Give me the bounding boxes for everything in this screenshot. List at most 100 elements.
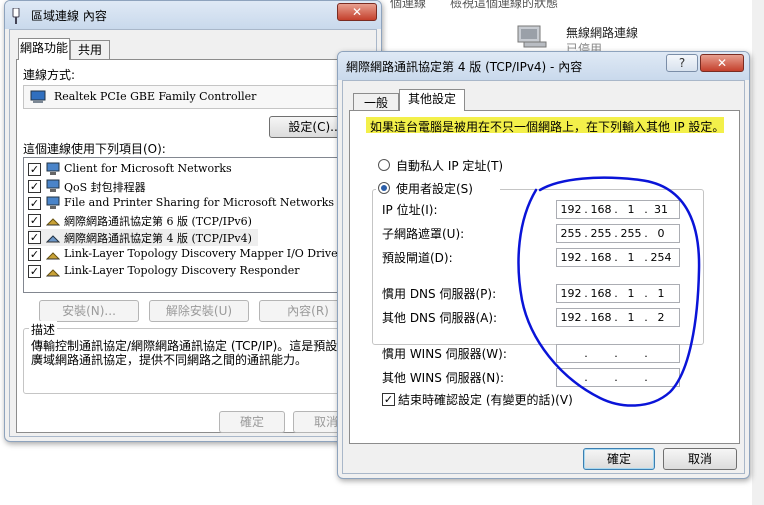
radio-user-label: 使用者設定(S) (396, 182, 473, 196)
protocol-icon (46, 218, 60, 226)
right-close-button[interactable]: ✕ (700, 54, 744, 72)
client-network-icon (46, 162, 60, 175)
alternate-dns-field[interactable]: 192. 168. 1. 2 (556, 308, 680, 327)
right-cancel-button[interactable]: 取消 (663, 448, 737, 470)
ip-address-label: IP 位址(I): (382, 203, 438, 217)
tab-alternate-configuration[interactable]: 其他設定 (399, 89, 465, 111)
preferred-wins-field[interactable]: ... (556, 344, 680, 363)
ip-octet: 168 (590, 287, 612, 300)
list-item[interactable]: ✓ File and Printer Sharing for Microsoft… (28, 195, 358, 212)
ip-octet: 254 (650, 251, 672, 264)
ip-octet: 168 (590, 251, 612, 264)
preferred-dns-field[interactable]: 192. 168. 1. 1 (556, 284, 680, 303)
list-item-text: Link-Layer Topology Discovery Responder (64, 264, 300, 277)
checkbox-lltd-responder[interactable]: ✓ (28, 265, 41, 278)
network-cable-icon (12, 8, 20, 24)
preferred-dns-label: 慣用 DNS 伺服器(P): (382, 287, 497, 301)
checkbox-ipv6[interactable]: ✓ (28, 214, 41, 227)
ip-octet: 192 (560, 251, 582, 264)
networking-tab-panel: 連線方式: Realtek PCIe GBE Family Controller… (16, 59, 372, 433)
subnet-mask-field[interactable]: 255. 255. 255. 0 (556, 224, 680, 243)
ip-octet: 0 (657, 227, 665, 240)
list-item-text: 網際網路通訊協定第 4 版 (TCP/IPv4) (64, 232, 252, 245)
right-client-area: 一般 其他設定 如果這台電腦是被用在不只一個網路上，在下列輸入其他 IP 設定。… (342, 80, 745, 474)
tcpipv4-properties-dialog: 網際網路通訊協定第 4 版 (TCP/IPv4) - 內容 ? ✕ 一般 其他設… (337, 51, 750, 479)
items-label: 這個連線使用下列項目(O): (23, 142, 166, 156)
checkbox-qos[interactable]: ✓ (28, 180, 41, 193)
right-ok-button[interactable]: 確定 (583, 448, 655, 470)
info-text: 如果這台電腦是被用在不只一個網路上，在下列輸入其他 IP 設定。 (370, 120, 725, 134)
network-adapter-icon (30, 90, 46, 103)
uninstall-button[interactable]: 解除安裝(U) (149, 300, 249, 322)
list-item-selected[interactable]: ✓ 網際網路通訊協定第 4 版 (TCP/IPv4) (28, 229, 258, 246)
right-titlebar: 網際網路通訊協定第 4 版 (TCP/IPv4) - 內容 ? ✕ (338, 52, 749, 80)
list-item-text: QoS 封包排程器 (64, 181, 146, 194)
alternate-dns-label: 其他 DNS 伺服器(A): (382, 311, 498, 325)
adapter-field: Realtek PCIe GBE Family Controller (23, 85, 363, 109)
ip-octet: 192 (560, 311, 582, 324)
qos-service-icon (46, 179, 60, 192)
ip-octet: 1 (627, 251, 635, 264)
list-item[interactable]: ✓ 網際網路通訊協定第 6 版 (TCP/IPv6) (28, 212, 358, 229)
checkbox-lltd-mapper[interactable]: ✓ (28, 248, 41, 261)
checkbox-ipv4[interactable]: ✓ (28, 231, 41, 244)
validate-settings-checkbox[interactable]: ✓ (382, 393, 395, 406)
description-text: 傳輸控制通訊協定/網際網路通訊協定 (TCP/IP)。這是預設的廣域網路通訊協定… (31, 339, 350, 367)
checkbox-client-ms-networks[interactable]: ✓ (28, 163, 41, 176)
ip-octet: 1 (627, 311, 635, 324)
description-label: 描述 (29, 321, 58, 338)
bg-text-view-status: 檢視這個連線的狀態 (450, 0, 559, 10)
ip-octet: 1 (627, 287, 635, 300)
list-item-text: File and Printer Sharing for Microsoft N… (64, 196, 335, 209)
ip-octet: 31 (654, 203, 668, 216)
alternate-wins-label: 其他 WINS 伺服器(N): (382, 371, 505, 385)
list-item[interactable]: ✓ Link-Layer Topology Discovery Responde… (28, 263, 358, 280)
left-close-button[interactable]: ✕ (337, 3, 377, 21)
ip-octet: 168 (590, 311, 612, 324)
left-titlebar: 區域連線 內容 ✕ (5, 1, 381, 29)
protocol-icon (46, 252, 60, 260)
protocol-icon (46, 269, 60, 277)
tab-networking[interactable]: 網路功能 (18, 38, 70, 60)
left-dialog-title: 區域連線 內容 (31, 9, 107, 23)
checkbox-file-printer-sharing[interactable]: ✓ (28, 197, 41, 210)
protocol-icon (46, 235, 60, 243)
list-item[interactable]: ✓ QoS 封包排程器 (28, 178, 358, 195)
alternate-config-panel: 如果這台電腦是被用在不只一個網路上，在下列輸入其他 IP 設定。 自動私人 IP… (349, 110, 740, 444)
ip-octet: 168 (590, 203, 612, 216)
help-button[interactable]: ? (666, 54, 698, 72)
ip-octet: 255 (590, 227, 612, 240)
list-item-text: Client for Microsoft Networks (64, 162, 232, 175)
ip-octet: 255 (560, 227, 582, 240)
list-item[interactable]: ✓ Client for Microsoft Networks (28, 161, 358, 178)
validate-settings-label: 結束時確認設定 (有變更的話)(V) (398, 393, 573, 407)
bg-text-connections: 個連線 (390, 0, 427, 10)
wireless-adapter-icon[interactable] (516, 22, 548, 48)
alternate-wins-field[interactable]: ... (556, 368, 680, 387)
connect-using-label: 連線方式: (23, 68, 76, 82)
left-ok-button[interactable]: 確定 (219, 411, 285, 433)
ip-octet: 192 (560, 203, 582, 216)
radio-automatic-private-ip[interactable] (378, 159, 390, 171)
radio-user-configured[interactable] (378, 182, 390, 194)
radio-automatic-label: 自動私人 IP 定址(T) (396, 159, 504, 173)
ip-octet: 1 (627, 203, 635, 216)
tab-sharing[interactable]: 共用 (70, 40, 110, 60)
preferred-wins-label: 慣用 WINS 伺服器(W): (382, 347, 507, 361)
ip-octet: 2 (657, 311, 665, 324)
left-client-area: 網路功能 共用 連線方式: Realtek PCIe GBE Family Co… (9, 29, 377, 437)
default-gateway-label: 預設閘道(D): (382, 251, 453, 265)
background-scrollbar[interactable] (752, 0, 764, 505)
adapter-name: Realtek PCIe GBE Family Controller (54, 90, 257, 103)
file-sharing-icon (46, 196, 60, 209)
default-gateway-field[interactable]: 192. 168. 1. 254 (556, 248, 680, 267)
local-area-connection-properties-dialog: 區域連線 內容 ✕ 網路功能 共用 連線方式: Realtek PCIe GBE… (4, 0, 382, 442)
install-button[interactable]: 安裝(N)... (39, 300, 139, 322)
ip-octet: 1 (657, 287, 665, 300)
subnet-mask-label: 子網路遮罩(U): (382, 227, 465, 241)
components-list[interactable]: ✓ Client for Microsoft Networks ✓ QoS 封包… (23, 157, 363, 293)
list-item[interactable]: ✓ Link-Layer Topology Discovery Mapper I… (28, 246, 358, 263)
list-item-text: 網際網路通訊協定第 6 版 (TCP/IPv6) (64, 215, 252, 228)
ip-address-field[interactable]: 192. 168. 1. 31 (556, 200, 680, 219)
list-item-text: Link-Layer Topology Discovery Mapper I/O… (64, 247, 343, 260)
